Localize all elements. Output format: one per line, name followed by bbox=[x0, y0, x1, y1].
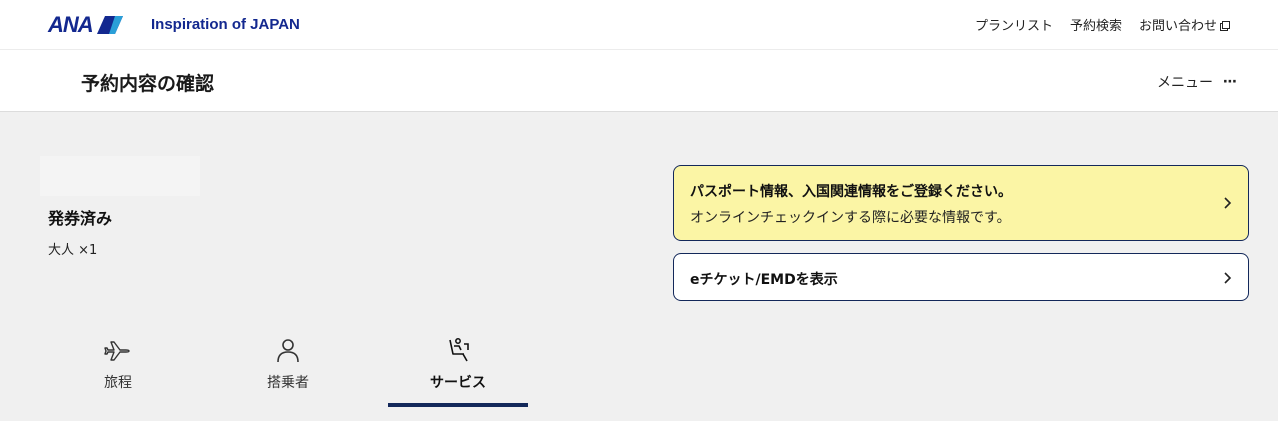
more-dots-icon: ⋯ bbox=[1223, 74, 1238, 90]
passenger-count: 大人 ×1 bbox=[48, 243, 98, 258]
chevron-right-icon bbox=[1224, 272, 1232, 284]
seat-icon bbox=[449, 338, 469, 362]
page-title: 予約内容の確認 bbox=[81, 73, 215, 95]
logo-wordmark: ANA bbox=[48, 12, 94, 37]
tab-passenger-label: 搭乗者 bbox=[267, 375, 309, 391]
global-header: ANA Inspiration of JAPAN プランリスト 予約検索 お問い… bbox=[0, 0, 1278, 50]
tab-itinerary-label: 旅程 bbox=[104, 375, 132, 391]
person-icon bbox=[277, 339, 299, 363]
ticket-status: 発券済み bbox=[48, 209, 113, 228]
menu-label: メニュー bbox=[1157, 75, 1213, 91]
passport-card-subtitle: オンラインチェックインする際に必要な情報です。 bbox=[690, 210, 1011, 226]
passport-card-title: パスポート情報、入国関連情報をご登録ください。 bbox=[690, 184, 1012, 200]
eticket-card-title: eチケット/EMDを表示 bbox=[690, 272, 838, 288]
logo-stripe-icon bbox=[96, 16, 123, 34]
nav-plan-list[interactable]: プランリスト bbox=[975, 15, 1053, 34]
nav-contact-label: お問い合わせ bbox=[1138, 19, 1217, 34]
eticket-card[interactable]: eチケット/EMDを表示 bbox=[673, 253, 1249, 301]
image-placeholder bbox=[40, 156, 200, 196]
tab-service[interactable]: サービス bbox=[388, 336, 528, 408]
airplane-icon bbox=[104, 341, 130, 361]
nav-contact[interactable]: お問い合わせ bbox=[1139, 15, 1230, 34]
top-navigation: プランリスト 予約検索 お問い合わせ bbox=[975, 15, 1230, 34]
menu-button[interactable]: メニュー ⋯ bbox=[1157, 72, 1238, 92]
ana-logo[interactable]: ANA bbox=[48, 12, 125, 38]
tab-service-label: サービス bbox=[430, 375, 486, 391]
chevron-right-icon bbox=[1224, 197, 1232, 209]
active-tab-indicator bbox=[388, 403, 528, 407]
passport-info-card[interactable]: パスポート情報、入国関連情報をご登録ください。 オンラインチェックインする際に必… bbox=[673, 165, 1249, 241]
tab-itinerary[interactable]: 旅程 bbox=[48, 336, 188, 408]
external-link-icon bbox=[1220, 21, 1230, 31]
nav-reservation-search[interactable]: 予約検索 bbox=[1070, 15, 1122, 34]
brand-tagline: Inspiration of JAPAN bbox=[151, 16, 300, 33]
page-title-bar: 予約内容の確認 メニュー ⋯ bbox=[0, 50, 1278, 112]
tab-passenger[interactable]: 搭乗者 bbox=[218, 336, 358, 408]
